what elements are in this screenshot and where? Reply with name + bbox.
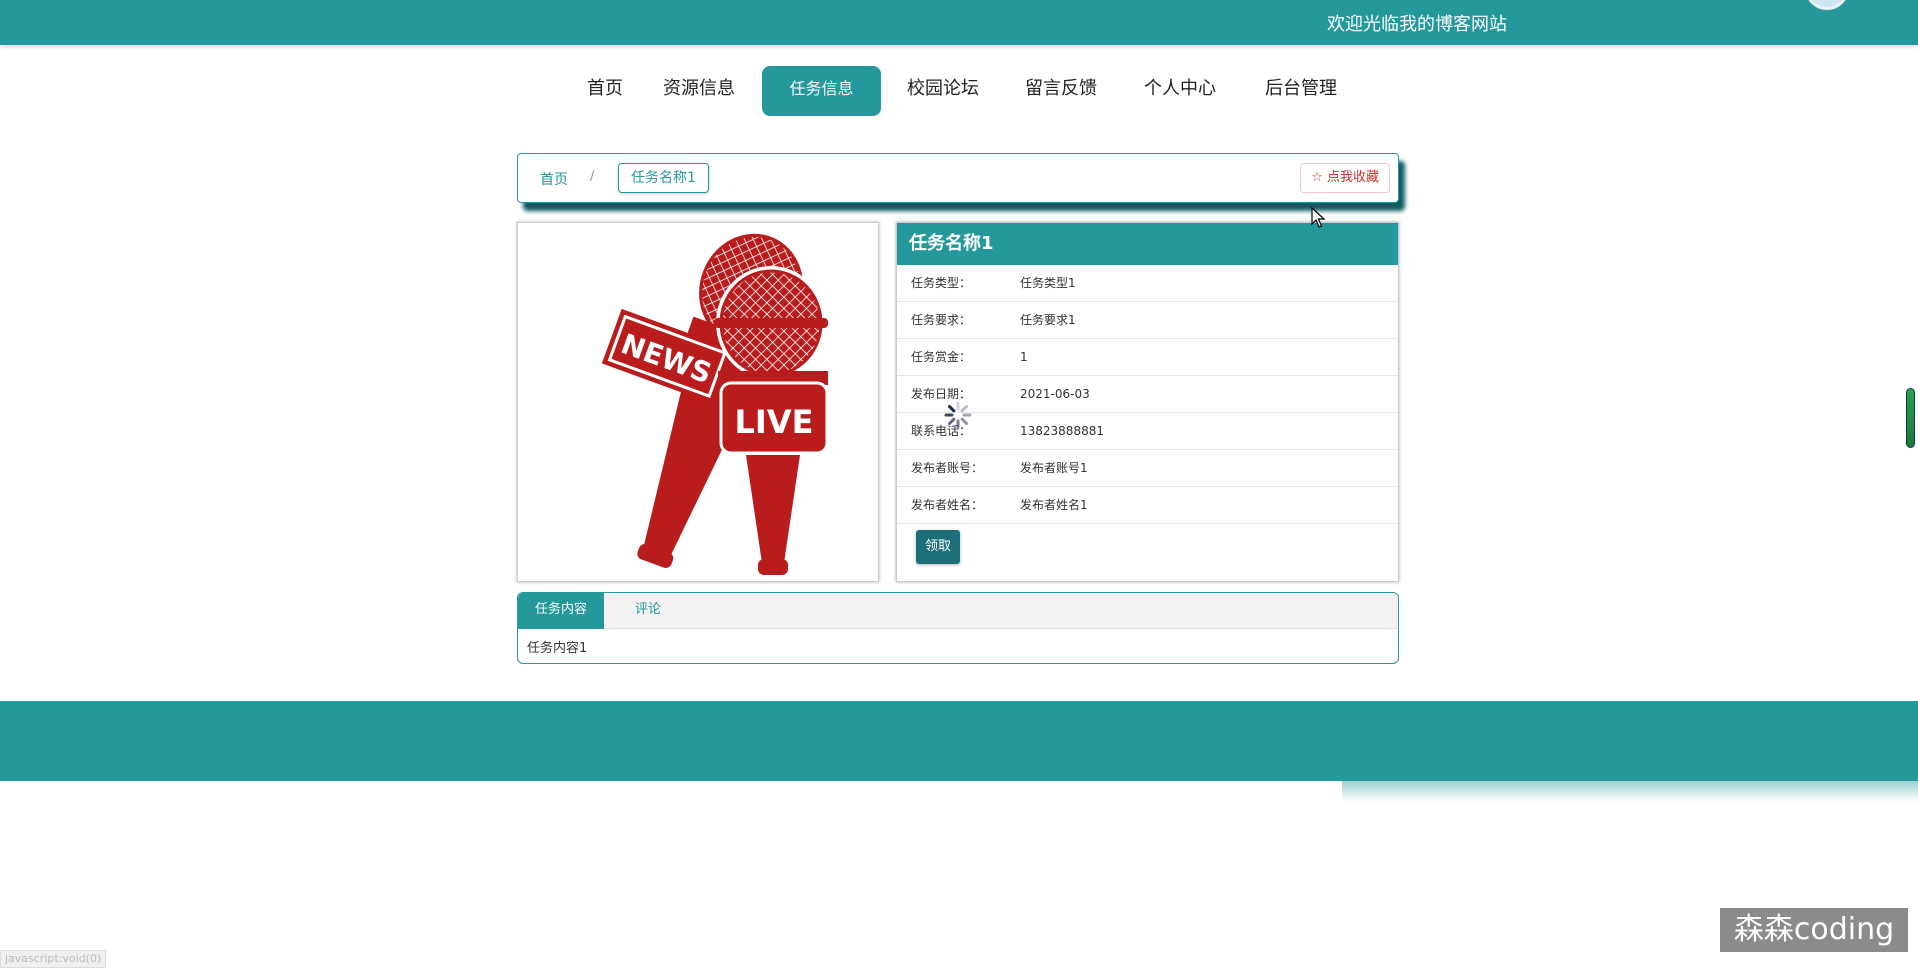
breadcrumb-home-link[interactable]: 首页 — [540, 169, 568, 189]
detail-row-requirement: 任务要求： 任务要求1 — [897, 302, 1398, 339]
claim-button[interactable]: 领取 — [916, 530, 960, 564]
detail-row-publisher-account: 发布者账号： 发布者账号1 — [897, 450, 1398, 487]
live-label: LIVE — [735, 403, 814, 441]
detail-label: 发布者账号： — [911, 461, 984, 475]
tab-bar: 任务内容 评论 — [518, 593, 1398, 629]
nav-item-profile[interactable]: 个人中心 — [1137, 66, 1223, 116]
tab-task-content[interactable]: 任务内容 — [518, 593, 605, 629]
status-bar-url: javascript:void(0) — [0, 950, 107, 968]
breadcrumb-current: 任务名称1 — [618, 163, 709, 193]
nav-item-resources[interactable]: 资源信息 — [656, 66, 742, 116]
detail-value: 2021-06-03 — [1020, 387, 1090, 401]
nav-item-home[interactable]: 首页 — [570, 66, 640, 116]
footer-bar — [0, 701, 1918, 781]
nav-item-forum[interactable]: 校园论坛 — [900, 66, 986, 116]
microphones-illustration: NEWS LIVE — [601, 233, 829, 575]
detail-row-type: 任务类型： 任务类型1 — [897, 265, 1398, 302]
favorite-button[interactable]: ☆ 点我收藏 — [1300, 163, 1390, 193]
tab-content-text: 任务内容1 — [527, 641, 588, 656]
tab-comments[interactable]: 评论 — [618, 593, 678, 629]
main-nav: 首页 资源信息 任务信息 校园论坛 留言反馈 个人中心 后台管理 — [0, 66, 1918, 116]
top-header-bar: 欢迎光临我的博客网站 — [0, 0, 1918, 45]
mouse-cursor-icon — [1311, 207, 1326, 228]
detail-label: 发布者姓名： — [911, 498, 984, 512]
detail-value: 13823888881 — [1020, 424, 1104, 438]
task-image: NEWS LIVE — [517, 222, 879, 582]
watermark: 森森coding — [1720, 908, 1908, 952]
breadcrumb: 首页 / 任务名称1 ☆ 点我收藏 — [517, 153, 1399, 203]
nav-item-admin[interactable]: 后台管理 — [1258, 66, 1344, 116]
detail-value: 任务要求1 — [1020, 313, 1076, 327]
nav-item-tasks[interactable]: 任务信息 — [762, 66, 881, 116]
detail-value: 发布者账号1 — [1020, 461, 1088, 475]
detail-value: 任务类型1 — [1020, 276, 1076, 290]
task-title: 任务名称1 — [897, 223, 1398, 265]
nav-item-feedback[interactable]: 留言反馈 — [1018, 66, 1104, 116]
detail-value: 1 — [1020, 350, 1028, 364]
user-avatar[interactable] — [1805, 0, 1849, 10]
detail-label: 任务类型： — [911, 276, 972, 290]
detail-value: 发布者姓名1 — [1020, 498, 1088, 512]
footer-shadow — [1342, 774, 1918, 802]
welcome-text: 欢迎光临我的博客网站 — [1327, 14, 1507, 35]
detail-row-reward: 任务赏金： 1 — [897, 339, 1398, 376]
detail-label: 任务赏金： — [911, 350, 972, 364]
breadcrumb-separator: / — [590, 169, 595, 184]
task-detail-panel: 任务名称1 任务类型： 任务类型1 任务要求： 任务要求1 任务赏金： 1 发布… — [896, 222, 1399, 582]
loading-spinner-icon — [944, 401, 972, 429]
task-tabs: 任务内容 评论 任务内容1 — [517, 592, 1399, 664]
detail-row-publisher-name: 发布者姓名： 发布者姓名1 — [897, 487, 1398, 524]
detail-label: 任务要求： — [911, 313, 972, 327]
side-scroll-indicator[interactable] — [1906, 388, 1915, 448]
